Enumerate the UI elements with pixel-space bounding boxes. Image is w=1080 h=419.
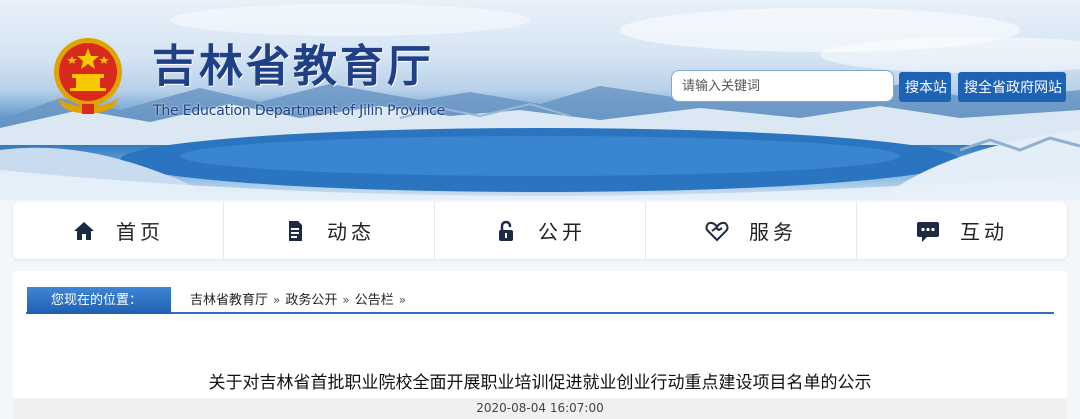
- nav-label: 动态: [327, 220, 375, 244]
- header-banner: 吉林省教育厅 The Education Department of Jilin…: [0, 0, 1080, 200]
- national-emblem-icon: [54, 38, 122, 114]
- lock-icon: [494, 219, 518, 243]
- breadcrumb-item[interactable]: 公告栏: [355, 287, 394, 314]
- nav-label: 互动: [960, 220, 1008, 244]
- nav-label: 公开: [538, 220, 586, 244]
- content-panel: 您现在的位置： 吉林省教育厅 » 政务公开 » 公告栏 » 关于对吉林省首批职业…: [13, 271, 1067, 419]
- nav-item-home[interactable]: 首页: [13, 202, 224, 259]
- heart-hands-icon: [705, 219, 729, 243]
- chat-icon: [916, 219, 940, 243]
- breadcrumb-separator: »: [342, 293, 350, 307]
- breadcrumb-separator: »: [273, 293, 281, 307]
- article-date: 2020-08-04 16:07:00: [13, 398, 1067, 419]
- nav-item-open[interactable]: 公开: [435, 202, 646, 259]
- breadcrumb-item[interactable]: 吉林省教育厅: [190, 287, 268, 314]
- location-bar: 您现在的位置： 吉林省教育厅 » 政务公开 » 公告栏 »: [26, 287, 1054, 314]
- search-input[interactable]: [671, 70, 894, 102]
- nav-item-service[interactable]: 服务: [646, 202, 857, 259]
- nav-label: 首页: [116, 220, 164, 244]
- home-icon: [72, 219, 96, 243]
- nav-label: 服务: [749, 220, 797, 244]
- site-subtitle: The Education Department of Jilin Provin…: [153, 103, 446, 119]
- site-title: 吉林省教育厅: [152, 41, 434, 92]
- nav-item-interact[interactable]: 互动: [857, 202, 1067, 259]
- breadcrumb-separator: »: [398, 293, 407, 307]
- breadcrumb-item[interactable]: 政务公开: [285, 287, 337, 314]
- breadcrumb: 吉林省教育厅 » 政务公开 » 公告栏 »: [190, 287, 411, 314]
- search-province-button[interactable]: 搜全省政府网站: [958, 72, 1066, 102]
- article-title: 关于对吉林省首批职业院校全面开展职业培训促进就业创业行动重点建设项目名单的公示: [208, 373, 872, 393]
- document-icon: [283, 219, 307, 243]
- nav-item-news[interactable]: 动态: [224, 202, 435, 259]
- main-nav: 首页 动态 公开 服务 互动: [13, 202, 1067, 259]
- location-label: 您现在的位置：: [27, 287, 171, 314]
- search-site-button[interactable]: 搜本站: [899, 72, 951, 102]
